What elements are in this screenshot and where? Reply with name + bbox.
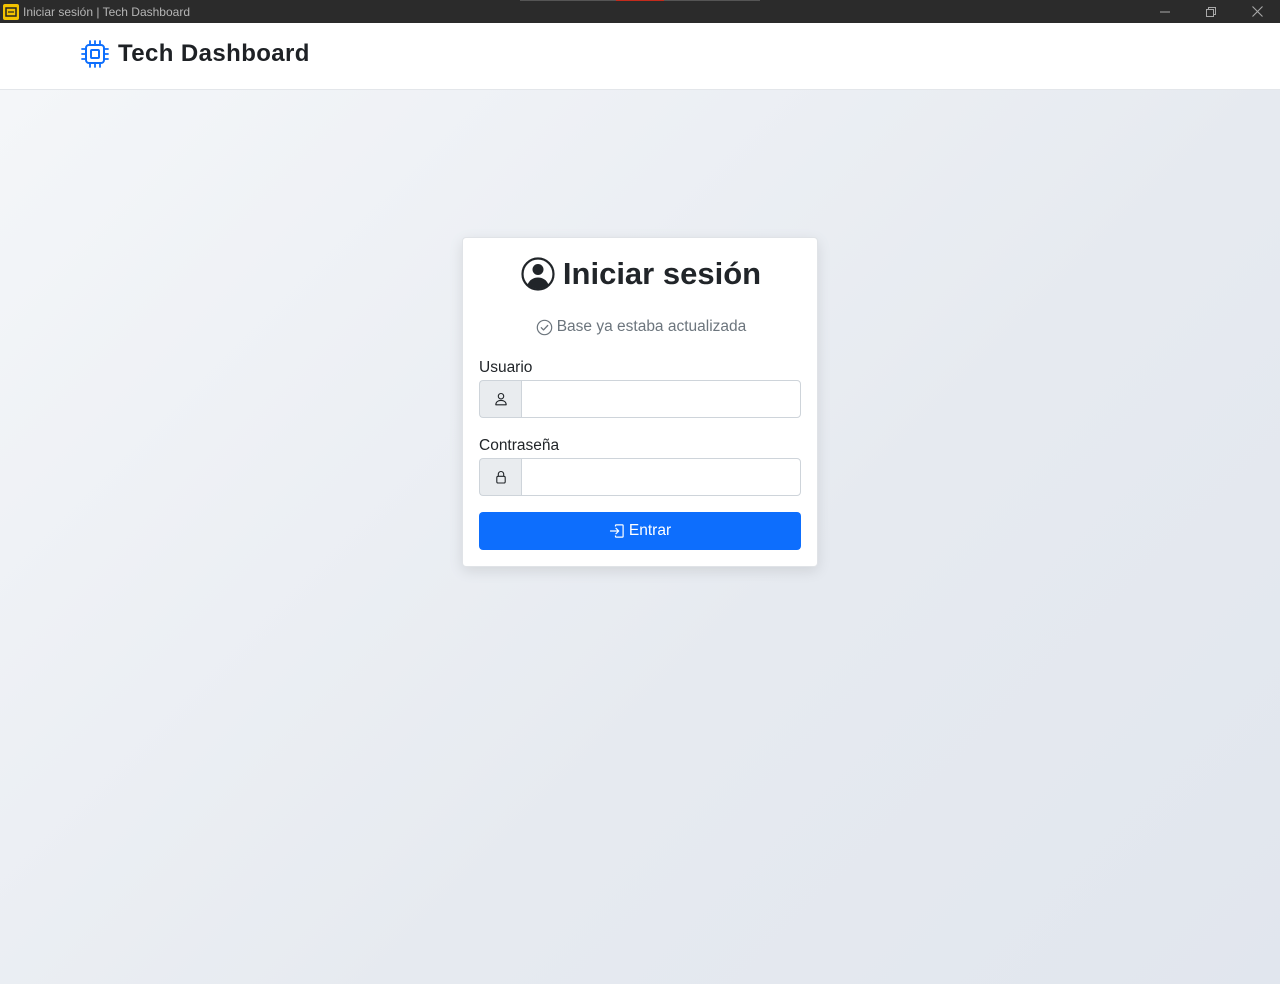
- submit-label: Entrar: [628, 522, 672, 539]
- submit-button[interactable]: Entrar: [479, 512, 801, 550]
- person-icon: [494, 392, 507, 406]
- username-input-group: [479, 380, 801, 418]
- box-arrow-in-right-icon: [609, 524, 624, 538]
- login-card: Iniciar sesión Base ya estaba actualizad…: [462, 237, 818, 567]
- restore-icon: [1206, 6, 1216, 17]
- app-header: Tech Dashboard: [0, 23, 1280, 90]
- username-input[interactable]: [521, 380, 801, 418]
- main-content: Iniciar sesión Base ya estaba actualizad…: [0, 90, 1280, 984]
- lock-icon: [495, 471, 506, 484]
- minimize-button[interactable]: [1142, 0, 1188, 23]
- brand-name: Tech Dashboard: [118, 40, 310, 67]
- minimize-icon: [1160, 11, 1170, 12]
- window-titlebar: Iniciar sesión | Tech Dashboard: [0, 0, 1280, 23]
- password-label: Contraseña: [479, 437, 560, 454]
- username-addon: [479, 380, 521, 418]
- window-title: Iniciar sesión | Tech Dashboard: [23, 4, 190, 19]
- password-addon: [479, 458, 521, 496]
- password-input-group: [479, 458, 801, 496]
- app-icon: [3, 3, 19, 20]
- username-label: Usuario: [479, 359, 533, 376]
- status-text: Base ya estaba actualizada: [556, 318, 747, 335]
- password-input[interactable]: [521, 458, 801, 496]
- restore-button[interactable]: [1188, 0, 1234, 23]
- close-button[interactable]: [1234, 0, 1280, 23]
- brand-link[interactable]: Tech Dashboard: [81, 40, 310, 68]
- taskbar-indicator: [520, 0, 760, 1]
- login-title: Iniciar sesión: [463, 256, 819, 292]
- login-title-text: Iniciar sesión: [562, 256, 762, 291]
- user-circle-icon: [521, 257, 555, 291]
- cpu-icon: [81, 40, 109, 68]
- status-message: Base ya estaba actualizada: [463, 318, 819, 336]
- close-icon: [1251, 6, 1263, 17]
- check-circle-icon: [536, 319, 553, 335]
